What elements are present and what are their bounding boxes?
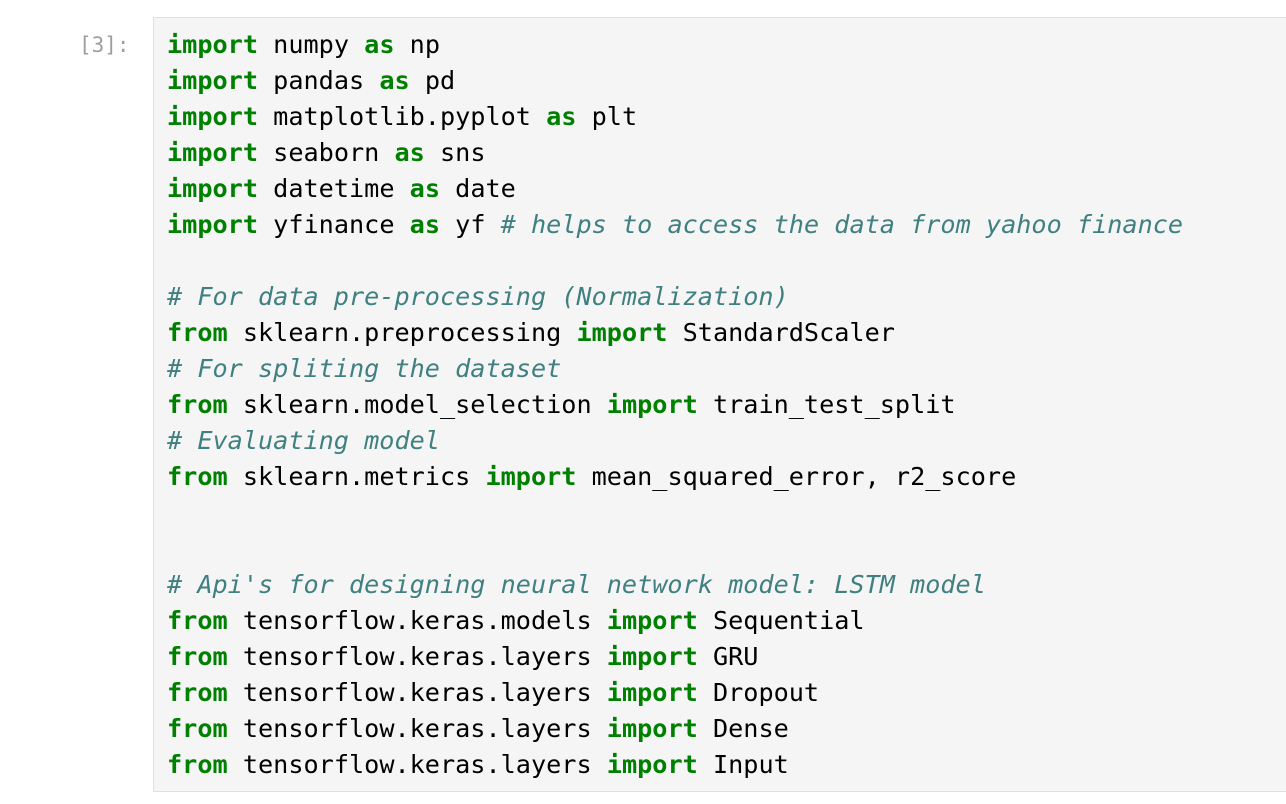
code-text: yf	[440, 210, 501, 239]
keyword-token: from	[167, 606, 228, 635]
code-text: Dropout	[697, 678, 820, 707]
code-text: mean_squared_error, r2_score	[576, 462, 1017, 491]
keyword-token: import	[167, 66, 258, 95]
code-line: from tensorflow.keras.models import Sequ…	[167, 603, 1183, 639]
keyword-token: import	[167, 30, 258, 59]
code-text: np	[394, 30, 440, 59]
code-line: import datetime as date	[167, 171, 1183, 207]
keyword-token: as	[409, 174, 440, 203]
code-text: pandas	[258, 66, 380, 95]
keyword-token: as	[379, 66, 410, 95]
keyword-token: from	[167, 678, 228, 707]
code-line: from tensorflow.keras.layers import Drop…	[167, 675, 1183, 711]
code-text: tensorflow.keras.models	[227, 606, 607, 635]
keyword-token: as	[409, 210, 440, 239]
keyword-token: import	[606, 714, 698, 743]
code-text: matplotlib.pyplot	[258, 102, 547, 131]
code-text: yfinance	[258, 210, 410, 239]
code-text: train_test_split	[697, 390, 956, 419]
code-text: date	[440, 174, 516, 203]
comment-token: # Evaluating model	[167, 426, 440, 455]
keyword-token: from	[167, 750, 228, 779]
code-block[interactable]: import numpy as np import pandas as pd imp…	[167, 27, 1183, 783]
code-line: from tensorflow.keras.layers import Inpu…	[167, 747, 1183, 783]
code-text: datetime	[258, 174, 410, 203]
comment-token: # helps to access the data from yahoo fi…	[500, 210, 1184, 239]
code-text: tensorflow.keras.layers	[227, 714, 607, 743]
keyword-token: as	[546, 102, 577, 131]
keyword-token: import	[606, 678, 698, 707]
keyword-token: import	[167, 210, 258, 239]
code-text: tensorflow.keras.layers	[227, 642, 607, 671]
keyword-token: as	[364, 30, 395, 59]
keyword-token: import	[167, 138, 258, 167]
code-line: # For data pre-processing (Normalization…	[167, 279, 1183, 315]
keyword-token: import	[167, 102, 258, 131]
code-line: # Evaluating model	[167, 423, 1183, 459]
code-text: tensorflow.keras.layers	[227, 678, 607, 707]
code-line: # Api's for designing neural network mod…	[167, 567, 1183, 603]
code-text: StandardScaler	[667, 318, 895, 347]
comment-token: # For data pre-processing (Normalization…	[167, 282, 789, 311]
code-line: import numpy as np	[167, 27, 1183, 63]
code-text: seaborn	[258, 138, 395, 167]
code-line: from sklearn.preprocessing import Standa…	[167, 315, 1183, 351]
keyword-token: as	[394, 138, 425, 167]
keyword-token: import	[606, 750, 698, 779]
keyword-token: import	[606, 606, 698, 635]
execution-count-prompt: [3]:	[79, 33, 130, 57]
code-line: from sklearn.metrics import mean_squared…	[167, 459, 1183, 495]
code-text: numpy	[258, 30, 365, 59]
keyword-token: import	[606, 642, 698, 671]
keyword-token: from	[167, 390, 228, 419]
code-line: import yfinance as yf # helps to access …	[167, 207, 1183, 243]
code-line: from sklearn.model_selection import trai…	[167, 387, 1183, 423]
code-text: Dense	[697, 714, 789, 743]
code-line: import pandas as pd	[167, 63, 1183, 99]
keyword-token: import	[606, 390, 698, 419]
code-text: sklearn.model_selection	[227, 390, 607, 419]
code-line: from tensorflow.keras.layers import GRU	[167, 639, 1183, 675]
code-text: tensorflow.keras.layers	[227, 750, 607, 779]
code-text: Sequential	[697, 606, 865, 635]
keyword-token: import	[167, 174, 258, 203]
code-text: sns	[424, 138, 486, 167]
keyword-token: import	[485, 462, 577, 491]
code-editor[interactable]: import numpy as np import pandas as pd imp…	[153, 17, 1286, 792]
code-text: sklearn.preprocessing	[227, 318, 577, 347]
code-text: GRU	[697, 642, 759, 671]
keyword-token: from	[167, 642, 228, 671]
keyword-token: import	[576, 318, 668, 347]
comment-token: # Api's for designing neural network mod…	[167, 570, 986, 599]
code-text: sklearn.metrics	[227, 462, 486, 491]
code-line: # For spliting the dataset	[167, 351, 1183, 387]
code-text: plt	[576, 102, 638, 131]
code-line: from tensorflow.keras.layers import Dens…	[167, 711, 1183, 747]
code-line: import matplotlib.pyplot as plt	[167, 99, 1183, 135]
keyword-token: from	[167, 462, 228, 491]
comment-token: # For spliting the dataset	[167, 354, 562, 383]
keyword-token: from	[167, 714, 228, 743]
code-text: Input	[697, 750, 789, 779]
keyword-token: from	[167, 318, 228, 347]
code-line: import seaborn as sns	[167, 135, 1183, 171]
code-text: pd	[409, 66, 456, 95]
